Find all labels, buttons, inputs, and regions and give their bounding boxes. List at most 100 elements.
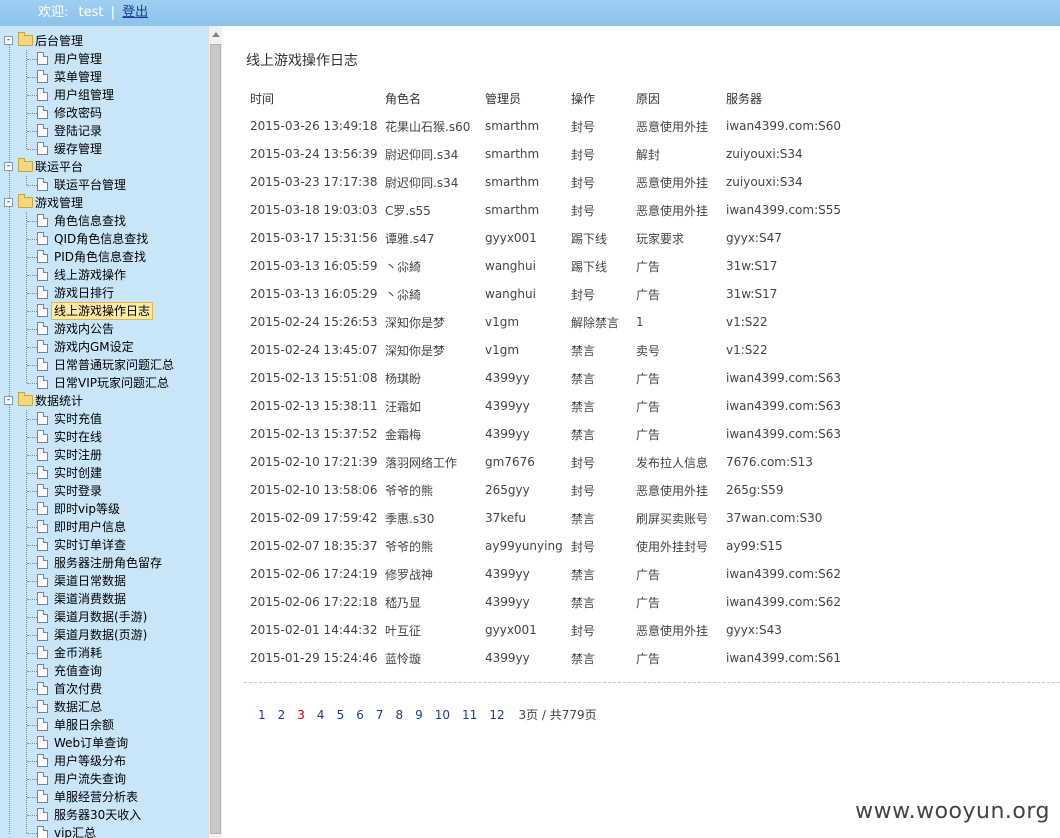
sidebar-group-label[interactable]: 联运平台 [35,158,83,176]
sidebar-item-label[interactable]: 实时在线 [52,428,104,446]
logout-link[interactable]: 登出 [122,5,148,20]
sidebar-item[interactable]: 登陆记录 [0,122,200,140]
sidebar-item[interactable]: 用户流失查询 [0,770,200,788]
sidebar-item[interactable]: 实时充值 [0,410,200,428]
sidebar-item-label[interactable]: 渠道日常数据 [52,572,128,590]
page-link[interactable]: 8 [395,708,403,722]
sidebar-item-label[interactable]: 单服日余额 [52,716,116,734]
sidebar-item[interactable]: 日常普通玩家问题汇总 [0,356,200,374]
sidebar-item-label[interactable]: 实时订单详查 [52,536,128,554]
sidebar-item-label[interactable]: 渠道月数据(手游) [52,608,149,626]
page-link[interactable]: 3 [297,708,305,722]
sidebar-item-label[interactable]: 线上游戏操作日志 [51,302,154,320]
collapse-toggle-icon[interactable]: - [4,36,13,45]
sidebar-item[interactable]: vip汇总 [0,824,200,838]
sidebar-item[interactable]: 即时vip等级 [0,500,200,518]
sidebar-item-label[interactable]: Web订单查询 [52,734,130,752]
sidebar-item[interactable]: 缓存管理 [0,140,200,158]
sidebar-item-label[interactable]: 金币消耗 [52,644,104,662]
sidebar-item-label[interactable]: 服务器注册角色留存 [52,554,164,572]
page-link[interactable]: 9 [415,708,423,722]
sidebar-item[interactable]: 角色信息查找 [0,212,200,230]
page-link[interactable]: 11 [462,708,477,722]
sidebar-item[interactable]: 单服日余额 [0,716,200,734]
sidebar-item[interactable]: 渠道月数据(手游) [0,608,200,626]
sidebar-item-label[interactable]: 日常VIP玩家问题汇总 [52,374,171,392]
sidebar-item[interactable]: Web订单查询 [0,734,200,752]
sidebar-item-label[interactable]: PID角色信息查找 [52,248,148,266]
sidebar-item-label[interactable]: 菜单管理 [52,68,104,86]
sidebar-item[interactable]: 联运平台管理 [0,176,200,194]
sidebar-item-label[interactable]: 渠道月数据(页游) [52,626,149,644]
page-link[interactable]: 2 [278,708,286,722]
sidebar-item[interactable]: 渠道日常数据 [0,572,200,590]
sidebar-item[interactable]: 游戏内GM设定 [0,338,200,356]
sidebar-item[interactable]: 实时注册 [0,446,200,464]
collapse-toggle-icon[interactable]: - [4,198,13,207]
sidebar-item[interactable]: 日常VIP玩家问题汇总 [0,374,200,392]
sidebar-item-label[interactable]: 数据汇总 [52,698,104,716]
sidebar-item-label[interactable]: 即时用户信息 [52,518,128,536]
sidebar-item-label[interactable]: 实时充值 [52,410,104,428]
sidebar-item[interactable]: 服务器30天收入 [0,806,200,824]
sidebar-group-label[interactable]: 数据统计 [35,392,83,410]
sidebar-item-label[interactable]: 首次付费 [52,680,104,698]
sidebar-scrollbar[interactable] [208,26,223,838]
page-link[interactable]: 4 [317,708,325,722]
sidebar-group-3[interactable]: - 数据统计 [0,392,200,410]
scrollbar-thumb[interactable] [210,44,221,834]
sidebar-item-label[interactable]: 充值查询 [52,662,104,680]
sidebar-item-label[interactable]: 用户流失查询 [52,770,128,788]
sidebar-item[interactable]: 渠道月数据(页游) [0,626,200,644]
sidebar-item[interactable]: 实时订单详查 [0,536,200,554]
sidebar-item-label[interactable]: 游戏内公告 [52,320,116,338]
sidebar-item[interactable]: 菜单管理 [0,68,200,86]
collapse-toggle-icon[interactable]: - [4,396,13,405]
sidebar-item-label[interactable]: 实时创建 [52,464,104,482]
sidebar-item[interactable]: 服务器注册角色留存 [0,554,200,572]
sidebar-item-label[interactable]: 角色信息查找 [52,212,128,230]
sidebar-item[interactable]: 渠道消费数据 [0,590,200,608]
sidebar-item[interactable]: 首次付费 [0,680,200,698]
sidebar-item[interactable]: 数据汇总 [0,698,200,716]
page-link[interactable]: 1 [258,708,266,722]
sidebar-item-label[interactable]: 渠道消费数据 [52,590,128,608]
page-link[interactable]: 10 [435,708,450,722]
sidebar-item[interactable]: 充值查询 [0,662,200,680]
sidebar-item[interactable]: 线上游戏操作 [0,266,200,284]
sidebar-item[interactable]: 用户组管理 [0,86,200,104]
sidebar-item-label[interactable]: vip汇总 [52,824,98,838]
sidebar-item[interactable]: 实时创建 [0,464,200,482]
sidebar-group-2[interactable]: - 游戏管理 [0,194,200,212]
sidebar-item[interactable]: PID角色信息查找 [0,248,200,266]
sidebar-item-label[interactable]: 日常普通玩家问题汇总 [52,356,176,374]
sidebar-item-label[interactable]: 缓存管理 [52,140,104,158]
sidebar-item-label[interactable]: QID角色信息查找 [52,230,150,248]
sidebar-item[interactable]: 实时登录 [0,482,200,500]
sidebar-item[interactable]: 金币消耗 [0,644,200,662]
sidebar-item-label[interactable]: 游戏内GM设定 [52,338,136,356]
sidebar-item-label[interactable]: 修改密码 [52,104,104,122]
sidebar-item[interactable]: 游戏日排行 [0,284,200,302]
sidebar-item[interactable]: 实时在线 [0,428,200,446]
sidebar-item-label[interactable]: 用户管理 [52,50,104,68]
sidebar-item-label[interactable]: 游戏日排行 [52,284,116,302]
sidebar-item-label[interactable]: 单服经营分析表 [52,788,140,806]
sidebar-item-label[interactable]: 线上游戏操作 [52,266,128,284]
page-link[interactable]: 6 [356,708,364,722]
sidebar-item-label[interactable]: 登陆记录 [52,122,104,140]
sidebar-group-label[interactable]: 游戏管理 [35,194,83,212]
page-link[interactable]: 5 [337,708,345,722]
sidebar-group-1[interactable]: - 联运平台 [0,158,200,176]
sidebar-item[interactable]: 用户管理 [0,50,200,68]
sidebar-item-label[interactable]: 服务器30天收入 [52,806,143,824]
scroll-up-arrow-icon[interactable] [212,32,220,37]
sidebar-item-label[interactable]: 联运平台管理 [52,176,128,194]
sidebar-group-0[interactable]: - 后台管理 [0,32,200,50]
sidebar-item[interactable]: 用户等级分布 [0,752,200,770]
collapse-toggle-icon[interactable]: - [4,162,13,171]
sidebar-group-label[interactable]: 后台管理 [35,32,83,50]
sidebar-item[interactable]: 修改密码 [0,104,200,122]
sidebar-item[interactable]: 即时用户信息 [0,518,200,536]
page-link[interactable]: 7 [376,708,384,722]
